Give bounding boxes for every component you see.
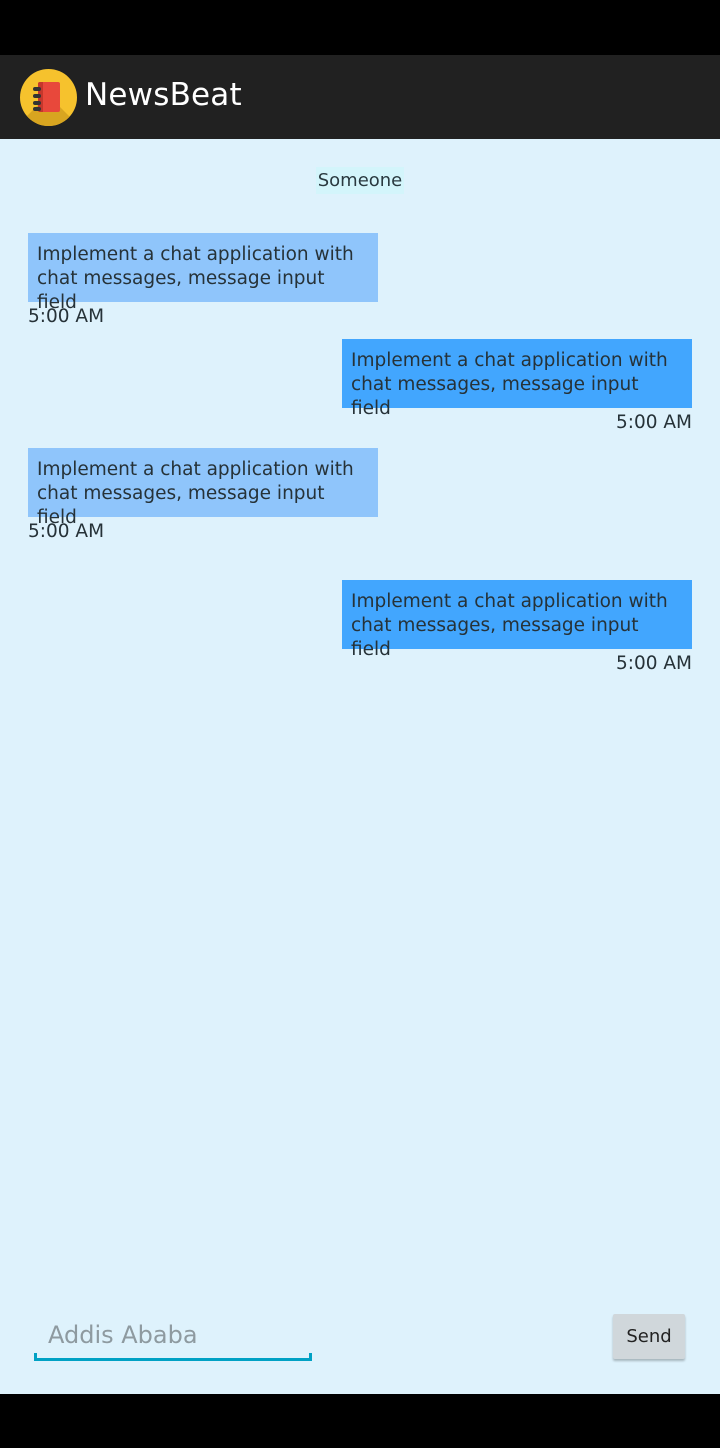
message-bubble[interactable]: Implement a chat application with chat m…: [28, 448, 378, 528]
message-input[interactable]: [48, 1315, 298, 1355]
status-bar: [0, 0, 720, 55]
message-time: 5:00 AM: [615, 412, 692, 433]
app-bar: NewsBeat: [0, 55, 720, 139]
message-input-container: [34, 1307, 312, 1361]
message-received[interactable]: Implement a chat application with chat m…: [28, 448, 378, 542]
message-sent[interactable]: Implement a chat application with chat m…: [342, 580, 692, 674]
message-bubble[interactable]: Implement a chat application with chat m…: [28, 233, 378, 313]
message-received[interactable]: Implement a chat application with chat m…: [28, 233, 378, 327]
contact-name: Someone: [315, 167, 405, 194]
message-time: 5:00 AM: [28, 521, 105, 542]
message-bubble[interactable]: Implement a chat application with chat m…: [342, 580, 692, 660]
contact-name-header: Someone: [0, 167, 720, 194]
message-time: 5:00 AM: [615, 653, 692, 674]
navigation-bar: [0, 1394, 720, 1448]
message-bubble[interactable]: Implement a chat application with chat m…: [342, 339, 692, 419]
send-button[interactable]: Send: [613, 1314, 685, 1359]
chat-area[interactable]: Someone Implement a chat application wit…: [0, 139, 720, 1394]
message-time: 5:00 AM: [28, 306, 105, 327]
notebook-icon: [20, 69, 77, 126]
app-title: NewsBeat: [85, 77, 242, 113]
message-sent[interactable]: Implement a chat application with chat m…: [342, 339, 692, 433]
